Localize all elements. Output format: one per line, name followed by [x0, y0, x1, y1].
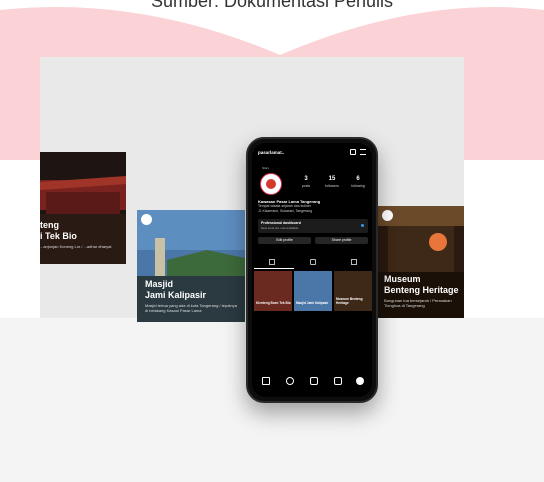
card-title-line1: teng: [40, 220, 59, 230]
stat-followers-count[interactable]: 15: [322, 176, 342, 182]
share-profile-button[interactable]: Share profile: [315, 237, 368, 244]
notification-dot-icon: [361, 224, 364, 227]
avatar[interactable]: [260, 173, 282, 195]
card-desc: Bangunan tua bersejarah / Peranakan Tion…: [384, 298, 452, 308]
brand-logo-icon: [382, 210, 393, 221]
profile-username[interactable]: pasarlamat..: [258, 150, 284, 155]
bio-line-2: Jl. Kisamaun, Sukasari, Tangerang: [258, 209, 313, 213]
edit-profile-button[interactable]: Edit profile: [258, 237, 311, 244]
stat-following-label[interactable]: following: [348, 184, 368, 188]
search-icon[interactable]: [286, 377, 294, 385]
post-thumbnail[interactable]: Museum Benteng Heritage: [334, 271, 372, 311]
post-thumbnail[interactable]: Klenteng Boen Tek Bio: [254, 271, 292, 311]
card-museum: Museum Benteng Heritage Bangunan tua ber…: [378, 206, 464, 318]
card-title-line2: Jami Kalipasir: [145, 290, 207, 300]
grid-tab-icon[interactable]: [269, 259, 275, 265]
card-title-line2: Benteng Heritage: [384, 285, 459, 295]
instagram-profile-screen: pasarlamat.. Story 3 posts 15 followers …: [252, 143, 372, 397]
dashboard-subtitle: New tools are now available: [261, 226, 299, 230]
post-title: Klenteng Boen Tek Bio: [256, 301, 291, 305]
tagged-tab-icon[interactable]: [351, 259, 357, 265]
stat-following-count[interactable]: 6: [348, 176, 368, 182]
story-label: Story: [262, 166, 270, 170]
stat-followers-label[interactable]: followers: [322, 184, 342, 188]
menu-icon[interactable]: [360, 149, 366, 155]
card-temple: teng i Tek Bio ...anjunjan Koneng Lor / …: [40, 152, 126, 264]
home-icon[interactable]: [262, 377, 270, 385]
card-mosque: Masjid Jami Kalipasir Masjid tertua yang…: [137, 210, 245, 322]
active-tab-indicator: [254, 268, 294, 269]
reels-icon[interactable]: [334, 377, 342, 385]
post-title: Museum Benteng Heritage: [336, 297, 363, 305]
brand-logo-icon: [141, 214, 152, 225]
card-title-line2: i Tek Bio: [40, 231, 77, 241]
create-icon[interactable]: [310, 377, 318, 385]
bottom-nav: [252, 377, 372, 389]
post-thumbnail[interactable]: Masjid Jami Kalipasir: [294, 271, 332, 311]
card-desc: Masjid tertua yang ada di kota Tangerang…: [145, 303, 237, 313]
add-post-icon[interactable]: [350, 149, 356, 155]
professional-dashboard[interactable]: Professional dashboard New tools are now…: [258, 219, 368, 233]
card-title-line1: Masjid: [145, 279, 174, 289]
card-title-line1: Museum: [384, 274, 421, 284]
phone-mockup: pasarlamat.. Story 3 posts 15 followers …: [246, 137, 378, 403]
stat-posts-label: posts: [301, 184, 311, 188]
card-desc: ...anjunjan Koneng Lor / ...adhar dharya…: [40, 244, 112, 249]
post-title: Masjid Jami Kalipasir: [296, 301, 329, 305]
profile-avatar-icon[interactable]: [356, 377, 364, 385]
reels-tab-icon[interactable]: [310, 259, 316, 265]
stat-posts-count: 3: [304, 176, 308, 182]
